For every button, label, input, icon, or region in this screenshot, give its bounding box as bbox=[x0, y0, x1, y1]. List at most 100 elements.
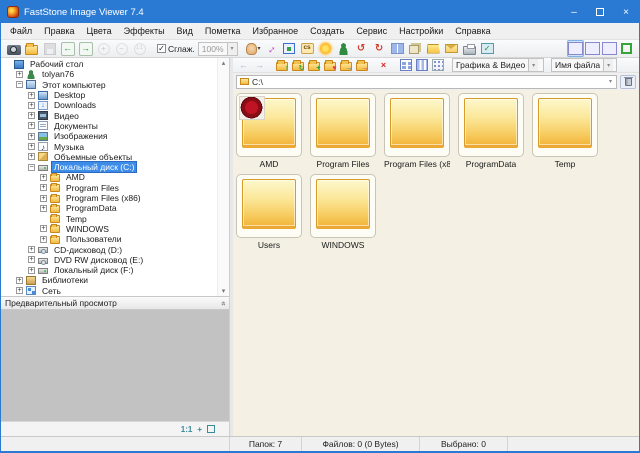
previous-image-button[interactable]: ← bbox=[59, 40, 76, 57]
expand-icon[interactable]: + bbox=[28, 246, 35, 253]
expand-icon[interactable]: + bbox=[28, 92, 35, 99]
folder-refresh-button[interactable]: ↻ bbox=[290, 58, 305, 72]
minimize-button[interactable]: – bbox=[561, 1, 587, 23]
tree-item-desktop[interactable]: +Desktop bbox=[1, 90, 217, 100]
expand-icon[interactable]: + bbox=[16, 287, 23, 294]
view-windowed-button[interactable] bbox=[584, 40, 601, 57]
enhance-colors-button[interactable] bbox=[317, 40, 334, 57]
expand-icon[interactable]: + bbox=[40, 195, 47, 202]
zoom-combo[interactable]: 100%▾ bbox=[198, 42, 238, 56]
favorites-folder-button[interactable]: ♥ bbox=[322, 58, 337, 72]
view-list-button[interactable] bbox=[430, 58, 445, 72]
recycle-bin-button[interactable] bbox=[620, 75, 636, 89]
expand-icon[interactable]: + bbox=[28, 102, 35, 109]
rotate-left-button[interactable]: ↺ bbox=[353, 40, 370, 57]
rotate-right-button[interactable]: ↻ bbox=[371, 40, 388, 57]
zoom-in-button[interactable]: + bbox=[95, 40, 112, 57]
menu-item-цвета[interactable]: Цвета bbox=[81, 24, 118, 38]
expand-icon[interactable]: + bbox=[28, 153, 35, 160]
preview-zoom-actual-button[interactable]: 1:1 bbox=[181, 425, 193, 434]
expand-icon[interactable]: + bbox=[40, 236, 47, 243]
tree-item-рабочий-стол[interactable]: Рабочий стол bbox=[1, 59, 217, 69]
collapse-icon[interactable]: − bbox=[28, 164, 35, 171]
folder-card-program-files[interactable]: Program Files bbox=[310, 93, 376, 169]
zoom-out-button[interactable]: − bbox=[113, 40, 130, 57]
sort-by-dropdown-icon[interactable]: ▾ bbox=[603, 59, 613, 71]
compare-images-button[interactable] bbox=[389, 40, 406, 57]
acquire-scanner-button[interactable]: ✓ bbox=[479, 40, 496, 57]
collapse-preview-icon[interactable]: » bbox=[218, 301, 227, 305]
tree-scrollbar[interactable]: ▴ ▾ bbox=[217, 58, 229, 296]
expand-icon[interactable]: + bbox=[28, 256, 35, 263]
close-button[interactable]: × bbox=[613, 1, 639, 23]
menu-item-эффекты[interactable]: Эффекты bbox=[118, 24, 171, 38]
file-filter-combo[interactable]: Графика & Видео▾ bbox=[452, 58, 544, 72]
move-to-folder-button[interactable]: → bbox=[354, 58, 369, 72]
expand-icon[interactable]: + bbox=[16, 277, 23, 284]
view-details-button[interactable] bbox=[414, 58, 429, 72]
view-fullscreen-button[interactable] bbox=[618, 40, 635, 57]
collapse-icon[interactable]: − bbox=[16, 81, 23, 88]
menu-item-пометка[interactable]: Пометка bbox=[199, 24, 247, 38]
expand-icon[interactable]: + bbox=[40, 205, 47, 212]
tree-item-programdata[interactable]: +ProgramData bbox=[1, 203, 217, 213]
view-thumbnails-button[interactable] bbox=[398, 58, 413, 72]
menu-item-вид[interactable]: Вид bbox=[171, 24, 199, 38]
folder-card-users[interactable]: Users bbox=[236, 174, 302, 250]
copy-to-folder-button[interactable]: → bbox=[338, 58, 353, 72]
expand-icon[interactable]: + bbox=[40, 184, 47, 191]
expand-icon[interactable]: + bbox=[40, 225, 47, 232]
print-button[interactable] bbox=[461, 40, 478, 57]
sort-by-combo[interactable]: Имя файла▾ bbox=[551, 58, 617, 72]
acquire-camera-button[interactable] bbox=[5, 40, 22, 57]
expand-icon[interactable]: + bbox=[28, 122, 35, 129]
crop-board-button[interactable] bbox=[281, 40, 298, 57]
folder-up-button[interactable]: ↑ bbox=[274, 58, 289, 72]
expand-icon[interactable]: + bbox=[28, 267, 35, 274]
expand-icon[interactable]: + bbox=[28, 112, 35, 119]
expand-icon[interactable]: + bbox=[28, 143, 35, 150]
open-file-button[interactable] bbox=[23, 40, 40, 57]
menu-item-избранное[interactable]: Избранное bbox=[246, 24, 304, 38]
address-bar[interactable]: C:\ ▾ bbox=[236, 75, 617, 89]
view-browser-button[interactable] bbox=[567, 40, 584, 57]
hand-tool-button[interactable]: ▾ bbox=[245, 40, 262, 57]
delete-file-button[interactable]: × bbox=[376, 58, 391, 72]
menu-item-сервис[interactable]: Сервис bbox=[350, 24, 393, 38]
menu-item-настройки[interactable]: Настройки bbox=[393, 24, 449, 38]
tree-item-tolyan76[interactable]: +tolyan76 bbox=[1, 69, 217, 79]
red-eye-removal-button[interactable] bbox=[335, 40, 352, 57]
address-dropdown-icon[interactable]: ▾ bbox=[605, 78, 616, 85]
nav-forward-button[interactable]: → bbox=[252, 58, 267, 72]
zoom-dropdown-icon[interactable]: ▾ bbox=[227, 43, 237, 55]
smooth-checkbox[interactable]: ✓Сглаж. bbox=[155, 44, 197, 54]
resize-image-button[interactable]: ↔ bbox=[263, 40, 280, 57]
preview-fit-icon[interactable] bbox=[207, 425, 215, 433]
folder-card-program-files-x86-[interactable]: Program Files (x86) bbox=[384, 93, 450, 169]
nav-back-button[interactable]: ← bbox=[236, 58, 251, 72]
tree-item-локальный-диск-f-[interactable]: +Локальный диск (F:) bbox=[1, 265, 217, 275]
menu-item-справка[interactable]: Справка bbox=[449, 24, 496, 38]
copy-to-clipboard-button[interactable] bbox=[407, 40, 424, 57]
scroll-up-icon[interactable]: ▴ bbox=[222, 59, 226, 67]
next-image-button[interactable]: → bbox=[77, 40, 94, 57]
save-as-button[interactable] bbox=[41, 40, 58, 57]
menu-item-создать[interactable]: Создать bbox=[304, 24, 350, 38]
expand-icon[interactable]: + bbox=[28, 133, 35, 140]
expand-icon[interactable]: + bbox=[40, 174, 47, 181]
tree-item-видео[interactable]: +Видео bbox=[1, 110, 217, 120]
folder-card-programdata[interactable]: ProgramData bbox=[458, 93, 524, 169]
email-button[interactable] bbox=[443, 40, 460, 57]
tree-item-этот-компьютер[interactable]: −Этот компьютер bbox=[1, 80, 217, 90]
tree-item-сеть[interactable]: +Сеть bbox=[1, 286, 217, 296]
tree-item-изображения[interactable]: +Изображения bbox=[1, 131, 217, 141]
folder-card-windows[interactable]: WINDOWS bbox=[310, 174, 376, 250]
tree-item-downloads[interactable]: +Downloads bbox=[1, 100, 217, 110]
tree-item-библиотеки[interactable]: +Библиотеки bbox=[1, 275, 217, 285]
menu-item-файл[interactable]: Файл bbox=[4, 24, 38, 38]
menu-item-правка[interactable]: Правка bbox=[38, 24, 80, 38]
scroll-down-icon[interactable]: ▾ bbox=[222, 287, 226, 295]
folder-card-temp[interactable]: Temp bbox=[532, 93, 598, 169]
file-filter-dropdown-icon[interactable]: ▾ bbox=[528, 59, 538, 71]
slideshow-button[interactable] bbox=[425, 40, 442, 57]
